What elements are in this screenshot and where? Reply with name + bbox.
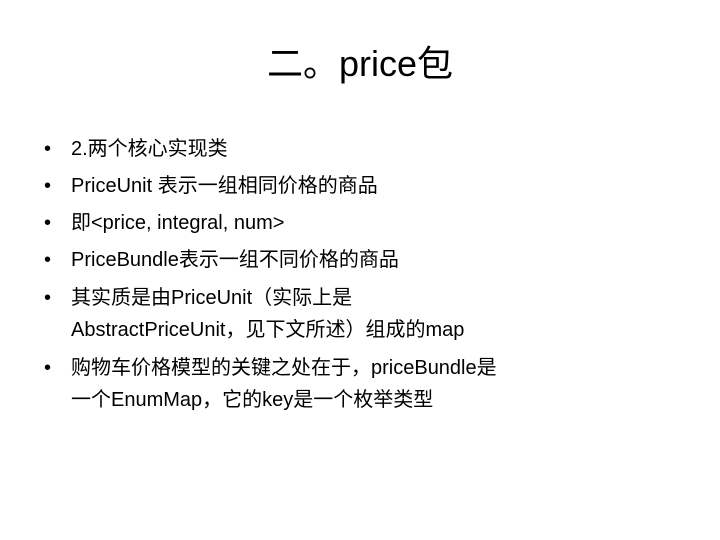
bullet-item-4: • PriceBundle表示一组不同价格的商品: [44, 245, 680, 276]
bullet-dot-icon: •: [44, 212, 52, 234]
bullet-dot-icon: •: [44, 138, 52, 160]
bullet-text: PriceUnit 表示一组相同价格的商品: [71, 175, 378, 197]
bullet-item-6: • 购物车价格模型的关键之处在于，priceBundle是 一个EnumMap，…: [44, 352, 680, 416]
bullet-text-line-1: 其实质是由PriceUnit（实际上是: [71, 287, 353, 309]
slide-title: 二。price包: [266, 43, 454, 84]
bullet-item-2: • PriceUnit 表示一组相同价格的商品: [44, 171, 680, 202]
bullet-text-line-1: 购物车价格模型的关键之处在于，priceBundle是: [71, 357, 497, 379]
bullet-list: • 2.两个核心实现类 • PriceUnit 表示一组相同价格的商品 • 即<…: [44, 134, 680, 422]
bullet-text: 2.两个核心实现类: [71, 138, 228, 160]
bullet-item-3: • 即<price, integral, num>: [44, 208, 680, 239]
bullet-text-line-2: 一个EnumMap，它的key是一个枚举类型: [71, 389, 434, 411]
bullet-text: PriceBundle表示一组不同价格的商品: [71, 249, 399, 271]
bullet-item-1: • 2.两个核心实现类: [44, 134, 680, 165]
bullet-item-5: • 其实质是由PriceUnit（实际上是 AbstractPriceUnit，…: [44, 282, 680, 346]
bullet-dot-icon: •: [44, 175, 52, 197]
bullet-text-line-2: AbstractPriceUnit，见下文所述）组成的map: [71, 319, 465, 341]
bullet-dot-icon: •: [44, 249, 52, 271]
bullet-dot-icon: •: [44, 357, 52, 379]
bullet-dot-icon: •: [44, 287, 52, 309]
bullet-text: 即<price, integral, num>: [71, 212, 285, 234]
